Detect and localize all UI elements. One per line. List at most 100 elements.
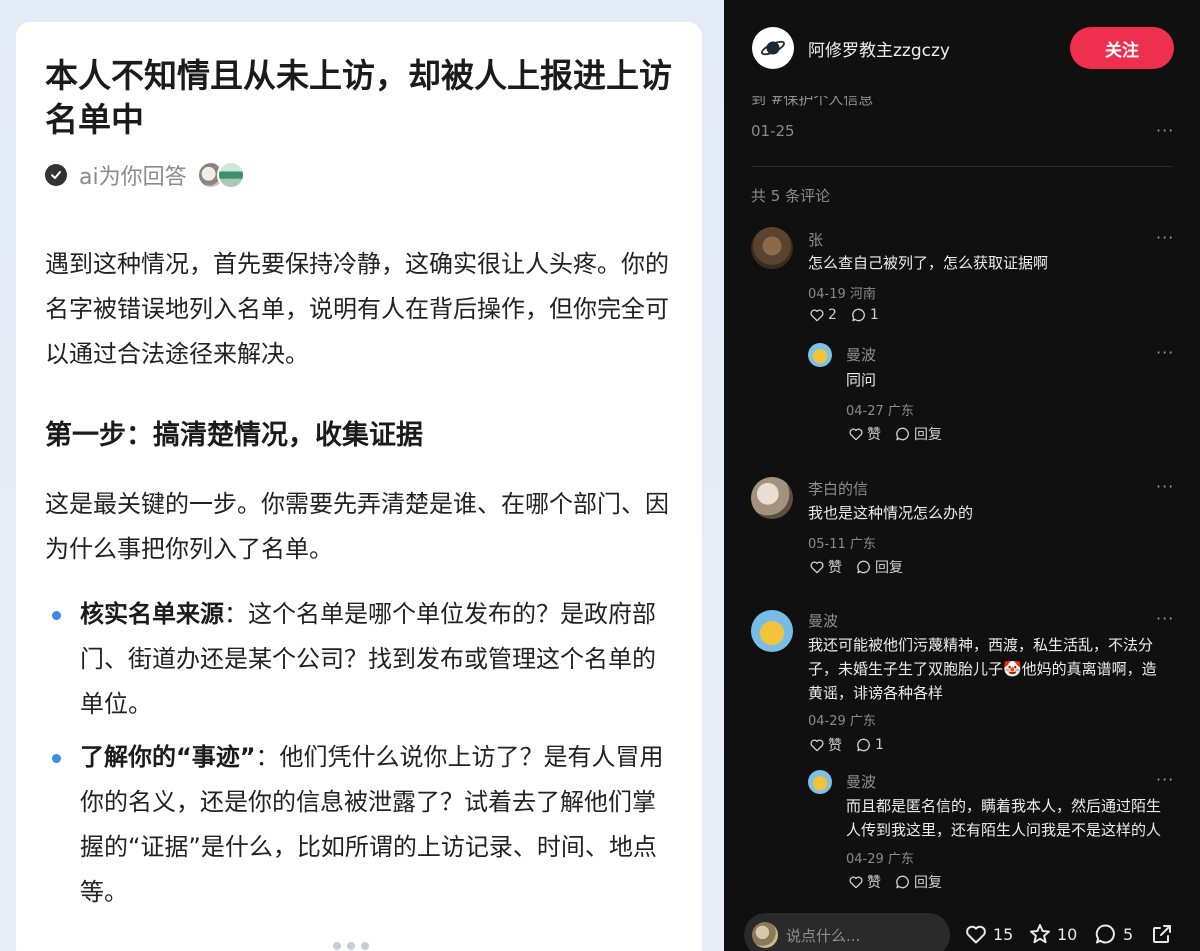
reply-action[interactable]: 1 <box>851 307 879 323</box>
like-button[interactable]: 15 <box>964 922 1013 946</box>
reply-item: 曼波 ··· 同问 04-27 广东 赞 回复 <box>808 343 1176 443</box>
reply-count: 1 <box>869 307 879 323</box>
more-dots-icon[interactable]: ··· <box>1156 609 1174 628</box>
reply-label: 回复 <box>914 427 942 443</box>
comment-meta: 04-29 广东 <box>846 848 914 867</box>
like-label: 赞 <box>828 560 842 576</box>
comment-author[interactable]: 李白的信 <box>808 478 868 499</box>
comment-meta: 04-29 广东 <box>808 710 876 729</box>
comment-bubble-icon <box>857 560 870 574</box>
star-icon <box>1030 924 1050 944</box>
author-name: ai为你回答 <box>79 165 187 190</box>
share-icon <box>1153 925 1171 943</box>
comment-text: 同问 <box>846 371 877 389</box>
like-action[interactable]: 2 <box>809 307 837 323</box>
bullet-label: 了解你的“事迹” <box>80 743 256 771</box>
intro-paragraph: 遇到这种情况，首先要保持冷静，这确实很让人头疼。你的名字被错误地列入名单，说明有… <box>45 250 669 368</box>
avatar <box>752 922 778 948</box>
divider <box>751 166 1173 167</box>
comment-total: 5 <box>1123 924 1134 944</box>
comment-location: 河南 <box>849 287 876 302</box>
reply-action[interactable]: 回复 <box>856 557 903 577</box>
pager-dot <box>361 942 369 950</box>
account-avatar[interactable] <box>752 27 794 69</box>
account-name[interactable]: 阿修罗教主zzgczy <box>808 36 950 61</box>
step1-heading: 第一步：搞清楚情况，收集证据 <box>45 420 423 451</box>
heart-icon <box>810 561 824 574</box>
more-dots-icon[interactable]: ··· <box>1156 121 1174 140</box>
like-action[interactable]: 赞 <box>809 735 842 755</box>
comment-author[interactable]: 曼波 <box>808 610 838 631</box>
comment-author[interactable]: 张 <box>808 229 823 250</box>
comment-actions: 赞 回复 <box>809 557 903 577</box>
heart-icon <box>849 428 863 441</box>
like-action[interactable]: 赞 <box>848 872 881 892</box>
bullet-dot <box>52 611 61 620</box>
comment-actions: 赞 回复 <box>848 872 942 892</box>
comments-button[interactable]: 5 <box>1094 922 1133 946</box>
comment-date: 04-29 <box>846 852 884 867</box>
comment-input[interactable]: 说点什么... <box>744 913 950 951</box>
more-dots-icon[interactable]: ··· <box>1156 770 1174 789</box>
comment-date: 04-19 <box>808 287 846 302</box>
like-count: 2 <box>828 307 837 323</box>
comment-actions: 赞 回复 <box>848 424 942 444</box>
comment-meta: 04-27 广东 <box>846 400 914 419</box>
comment-meta: 05-11 广东 <box>808 533 876 552</box>
pager-dot <box>333 942 341 950</box>
comment-text: 我还可能被他们污蔑精神，西渡，私生活乱，不法分子，未婚生子生了双胞胎儿子🤡他妈的… <box>808 636 1157 702</box>
bottom-bar: 说点什么... 15 10 5 <box>724 905 1200 951</box>
reply-action[interactable]: 1 <box>856 737 884 753</box>
reply-action[interactable]: 回复 <box>895 872 942 892</box>
avatar[interactable] <box>751 610 793 652</box>
comment-date: 05-11 <box>808 537 846 552</box>
avatar[interactable] <box>751 477 793 519</box>
comment-date: 04-27 <box>846 404 884 419</box>
avatar <box>216 161 245 189</box>
follow-button[interactable]: 关注 <box>1070 27 1174 69</box>
comment-location: 广东 <box>887 852 914 867</box>
avatar[interactable] <box>808 770 832 794</box>
avatar[interactable] <box>751 227 793 269</box>
comment-meta: 04-19 河南 <box>808 283 876 302</box>
comment-author[interactable]: 曼波 <box>846 771 876 792</box>
article-title: 本人不知情且从未上访，却被人上报进上访名单中 <box>45 56 672 139</box>
more-dots-icon[interactable]: ··· <box>1156 477 1174 496</box>
step1-paragraph: 这是最关键的一步。你需要先弄清楚是谁、在哪个部门、因为什么事把你列入了名单。 <box>45 490 669 563</box>
heart-icon <box>810 309 824 322</box>
reply-label: 回复 <box>875 560 903 576</box>
more-dots-icon[interactable]: ··· <box>1156 343 1174 362</box>
comment-location: 广东 <box>849 537 876 552</box>
reply-count: 1 <box>875 737 884 753</box>
avatar-stack <box>196 161 245 189</box>
like-action[interactable]: 赞 <box>809 557 842 577</box>
bullet-label: 核实名单来源 <box>80 600 224 628</box>
bullet-text: 了解你的“事迹”：他们凭什么说你上访了？是有人冒用你的名义，还是你的信息被泄露了… <box>80 735 670 915</box>
like-label: 赞 <box>828 738 842 754</box>
comment-text: 而且都是匿名信的，瞒着我本人，然后通过陌生人传到我这里，还有陌生人问我是不是这样… <box>846 797 1162 839</box>
reply-item: 曼波 ··· 而且都是匿名信的，瞒着我本人，然后通过陌生人传到我这里，还有陌生人… <box>808 770 1176 894</box>
comment-item: 张 ··· 怎么查自己被列了，怎么获取证据啊 04-19 河南 2 1 <box>751 227 1176 327</box>
star-count: 10 <box>1057 924 1078 944</box>
like-label: 赞 <box>867 427 881 443</box>
avatar[interactable] <box>808 343 832 367</box>
bullet-sep: ： <box>224 600 248 628</box>
reply-action[interactable]: 回复 <box>895 424 942 444</box>
comment-location: 广东 <box>849 714 876 729</box>
post-date: 01-25 <box>751 122 795 140</box>
heart-icon <box>810 739 824 752</box>
author-row[interactable]: ai为你回答 <box>45 160 245 190</box>
favorite-button[interactable]: 10 <box>1028 922 1077 946</box>
heart-icon <box>849 876 863 889</box>
comment-author[interactable]: 曼波 <box>846 344 876 365</box>
post-header: 阿修罗教主zzgczy 关注 <box>724 0 1200 96</box>
like-action[interactable]: 赞 <box>848 424 881 444</box>
article-card: 本人不知情且从未上访，却被人上报进上访名单中 ai为你回答 遇到这种情况，首先要… <box>16 22 702 951</box>
pager-dot <box>347 942 355 950</box>
comment-count: 共 5 条评论 <box>751 187 831 205</box>
check-icon <box>45 164 67 186</box>
share-button[interactable] <box>1150 922 1174 946</box>
comment-bubble-icon <box>852 308 865 322</box>
comment-location: 广东 <box>887 404 914 419</box>
more-dots-icon[interactable]: ··· <box>1156 228 1174 247</box>
